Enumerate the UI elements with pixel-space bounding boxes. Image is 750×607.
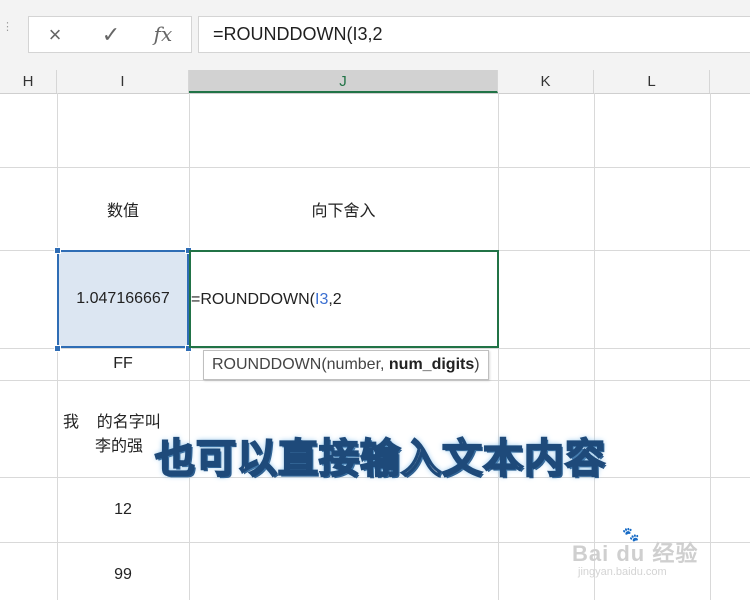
enter-icon[interactable]: ✓ <box>91 17 131 52</box>
watermark-brand: Bai du 经验 <box>572 541 699 566</box>
cell-i-num1[interactable]: 12 <box>57 477 189 542</box>
column-header-row: H I J K L <box>0 70 750 94</box>
cell-i-num2[interactable]: 99 <box>57 542 189 607</box>
function-tooltip[interactable]: ROUNDDOWN(number, num_digits) <box>203 350 489 380</box>
column-header-j[interactable]: J <box>189 70 498 93</box>
formula-input[interactable]: =ROUNDDOWN(I3,2 <box>198 16 750 53</box>
column-header-l[interactable]: L <box>594 70 710 93</box>
formula-buttons: × ✓ fx <box>28 16 192 53</box>
column-header-k[interactable]: K <box>498 70 594 93</box>
cell-i-value[interactable]: 1.047166667 <box>57 250 189 348</box>
drag-grip-icon[interactable]: ⋮ <box>2 22 13 44</box>
cell-text-line: 我 的名字叫 <box>63 414 161 431</box>
cell-i-header[interactable]: 数值 <box>57 167 189 250</box>
cancel-icon[interactable]: × <box>35 17 75 52</box>
spreadsheet-grid[interactable]: 数值 向下舍入 1.047166667 =ROUNDDOWN(I3,2 FF 我… <box>0 93 750 600</box>
cell-i-text1[interactable]: FF <box>57 348 189 380</box>
insert-function-icon[interactable]: fx <box>143 17 183 52</box>
cell-text-line: 李的强 <box>95 438 144 455</box>
cell-j-header[interactable]: 向下舍入 <box>189 167 498 250</box>
cell-edit-formula[interactable]: =ROUNDDOWN(I3,2 <box>191 291 342 309</box>
watermark-url: jingyan.baidu.com <box>578 566 667 578</box>
column-header-i[interactable]: I <box>57 70 189 93</box>
column-header-h[interactable]: H <box>0 70 57 93</box>
overlay-caption: 也可以直接输入文本内容 <box>154 435 606 483</box>
formula-bar: ⋮ × ✓ fx =ROUNDDOWN(I3,2 <box>0 0 750 70</box>
